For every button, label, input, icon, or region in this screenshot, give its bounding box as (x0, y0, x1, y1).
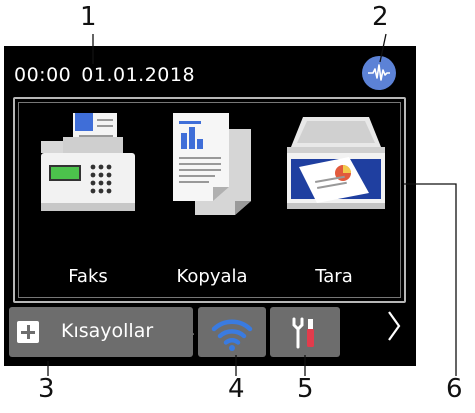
leader-lines (47, 33, 457, 376)
leader-line-6 (404, 183, 457, 376)
leader-line-2 (379, 33, 387, 63)
